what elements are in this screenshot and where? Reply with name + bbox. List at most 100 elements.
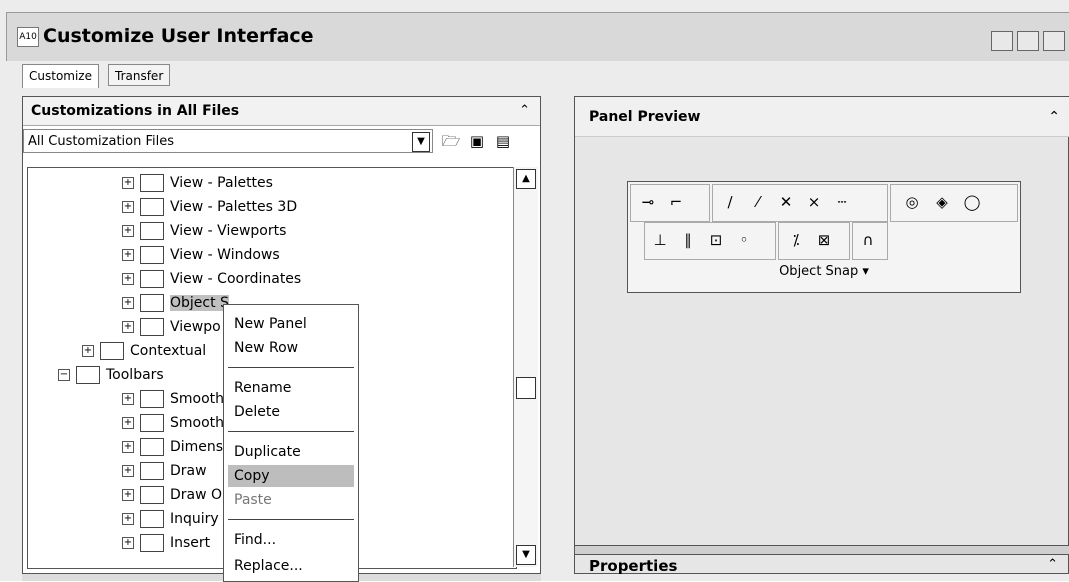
snap-center-icon[interactable]: ◎ xyxy=(900,190,924,214)
menu-item-new-row[interactable]: New Row xyxy=(228,337,354,359)
panel-icon xyxy=(140,294,164,312)
chevron-down-icon[interactable]: ▼ xyxy=(412,132,430,152)
collapse-icon[interactable]: ⌃ xyxy=(1048,97,1060,137)
menu-separator xyxy=(228,519,354,520)
customize-user-interface-window: A10 Customize User Interface Customize T… xyxy=(0,0,1069,582)
menu-item-duplicate[interactable]: Duplicate xyxy=(228,441,354,463)
expand-icon[interactable]: + xyxy=(122,201,134,213)
maximize-button[interactable] xyxy=(1017,31,1039,51)
panel-header: Customizations in All Files ⌃ xyxy=(23,97,540,126)
snap-tangent-icon[interactable]: ◯ xyxy=(960,190,984,214)
collapse-icon[interactable]: ⌃ xyxy=(1047,557,1058,572)
snap-intersection-icon[interactable]: ✕ xyxy=(774,190,798,214)
snap-none-icon[interactable]: ⊠ xyxy=(812,228,836,252)
snap-extension-icon[interactable]: ┄ xyxy=(830,190,854,214)
dropdown-value: All Customization Files xyxy=(28,134,175,149)
collapse-icon[interactable]: − xyxy=(58,369,70,381)
menu-separator xyxy=(228,367,354,368)
snap-node-icon[interactable]: ◦ xyxy=(732,228,756,252)
snap-from-icon[interactable]: ⌐ xyxy=(664,190,688,214)
expand-icon[interactable]: + xyxy=(122,441,134,453)
menu-item-new-panel[interactable]: New Panel xyxy=(228,313,354,335)
panel-title: Customizations in All Files xyxy=(31,103,240,119)
customization-file-row: All Customization Files ▼ 🗁 ▣ ▤ xyxy=(23,129,540,157)
tree-item[interactable]: + Draw xyxy=(122,460,207,482)
save-icon[interactable]: ▣ xyxy=(467,131,487,151)
snap-perpendicular-icon[interactable]: ⊥ xyxy=(648,228,672,252)
tree-item[interactable]: + View - Palettes xyxy=(122,172,273,194)
expand-icon[interactable]: + xyxy=(122,537,134,549)
app-icon: A10 xyxy=(17,27,39,47)
tree-item[interactable]: − Toolbars xyxy=(58,364,164,386)
open-file-icon[interactable]: 🗁 xyxy=(441,131,461,151)
toolbar-icon xyxy=(140,390,164,408)
tab-customize[interactable]: Customize xyxy=(22,64,99,88)
menu-item-copy[interactable]: Copy xyxy=(228,465,354,487)
scroll-up-icon[interactable]: ▲ xyxy=(516,169,536,189)
toolbar-icon xyxy=(140,438,164,456)
minimize-button[interactable] xyxy=(991,31,1013,51)
snap-endpoint-icon[interactable]: ∕ xyxy=(718,190,742,214)
tree-item[interactable]: + Inquiry xyxy=(122,508,219,530)
expand-icon[interactable]: + xyxy=(122,393,134,405)
menu-item-find[interactable]: Find... xyxy=(228,529,354,551)
expand-icon[interactable]: + xyxy=(122,417,134,429)
panel-preview-title: Panel Preview xyxy=(589,109,701,125)
snap-tracking-icon[interactable]: ⊸ xyxy=(636,190,660,214)
tree-item[interactable]: + View - Palettes 3D xyxy=(122,196,297,218)
toolbar-icon xyxy=(140,486,164,504)
expand-icon[interactable]: + xyxy=(122,465,134,477)
expand-icon[interactable]: + xyxy=(122,177,134,189)
tab-transfer[interactable]: Transfer xyxy=(108,64,171,86)
scroll-thumb[interactable] xyxy=(516,377,536,399)
panel-icon xyxy=(140,198,164,216)
object-snap-panel-preview: ⊸ ⌐ ∕ ⁄ ✕ ⨯ ┄ ◎ ◈ ◯ ⊥ ∥ ⊡ ◦ ⁒ ⊠ ∩ Object… xyxy=(627,181,1021,293)
pane-splitter[interactable] xyxy=(575,545,1069,555)
toolbar-icon xyxy=(140,510,164,528)
expand-icon[interactable]: + xyxy=(122,225,134,237)
tree-item[interactable]: + View - Windows xyxy=(122,244,280,266)
save-as-icon[interactable]: ▤ xyxy=(493,131,513,151)
customization-file-select[interactable]: All Customization Files ▼ xyxy=(23,129,433,153)
expand-icon[interactable]: + xyxy=(122,297,134,309)
snap-parallel-icon[interactable]: ∥ xyxy=(676,228,700,252)
snap-insert-icon[interactable]: ⊡ xyxy=(704,228,728,252)
tree-item[interactable]: + Insert xyxy=(122,532,210,554)
object-snap-title[interactable]: Object Snap ▾ xyxy=(628,264,1020,279)
toolbar-icon xyxy=(140,462,164,480)
menu-item-replace[interactable]: Replace... xyxy=(228,555,354,577)
snap-midpoint-icon[interactable]: ⁄ xyxy=(746,190,770,214)
tree-item[interactable]: + View - Viewports xyxy=(122,220,286,242)
collapse-icon[interactable]: ⌃ xyxy=(519,97,530,125)
contextual-tab-icon xyxy=(100,342,124,360)
context-menu: New Panel New Row Rename Delete Duplicat… xyxy=(223,304,359,582)
toolbars-icon xyxy=(76,366,100,384)
close-button[interactable] xyxy=(1043,31,1065,51)
snap-nearest-icon[interactable]: ⁒ xyxy=(784,228,808,252)
tree-scrollbar[interactable]: ▲ ▼ xyxy=(513,167,538,567)
menu-item-rename[interactable]: Rename xyxy=(228,377,354,399)
osnap-settings-icon[interactable]: ∩ xyxy=(856,228,880,252)
menu-item-delete[interactable]: Delete xyxy=(228,401,354,423)
title-bar[interactable]: A10 Customize User Interface xyxy=(6,12,1069,61)
panel-icon xyxy=(140,246,164,264)
menu-separator xyxy=(228,431,354,432)
panel-preview-header: Panel Preview ⌃ xyxy=(575,97,1069,137)
tree-item[interactable]: + View - Coordinates xyxy=(122,268,301,290)
tree-item[interactable]: + Viewpo xyxy=(122,316,221,338)
panel-icon xyxy=(140,318,164,336)
snap-apparent-intersection-icon[interactable]: ⨯ xyxy=(802,190,826,214)
expand-icon[interactable]: + xyxy=(122,513,134,525)
expand-icon[interactable]: + xyxy=(82,345,94,357)
expand-icon[interactable]: + xyxy=(122,249,134,261)
tree-item[interactable]: + Contextual xyxy=(82,340,206,362)
panel-icon xyxy=(140,174,164,192)
expand-icon[interactable]: + xyxy=(122,273,134,285)
expand-icon[interactable]: + xyxy=(122,489,134,501)
scroll-down-icon[interactable]: ▼ xyxy=(516,545,536,565)
expand-icon[interactable]: + xyxy=(122,321,134,333)
tree-item-selected[interactable]: + Object S xyxy=(122,292,229,314)
toolbar-icon xyxy=(140,414,164,432)
snap-quadrant-icon[interactable]: ◈ xyxy=(930,190,954,214)
menu-item-paste[interactable]: Paste xyxy=(228,489,354,511)
